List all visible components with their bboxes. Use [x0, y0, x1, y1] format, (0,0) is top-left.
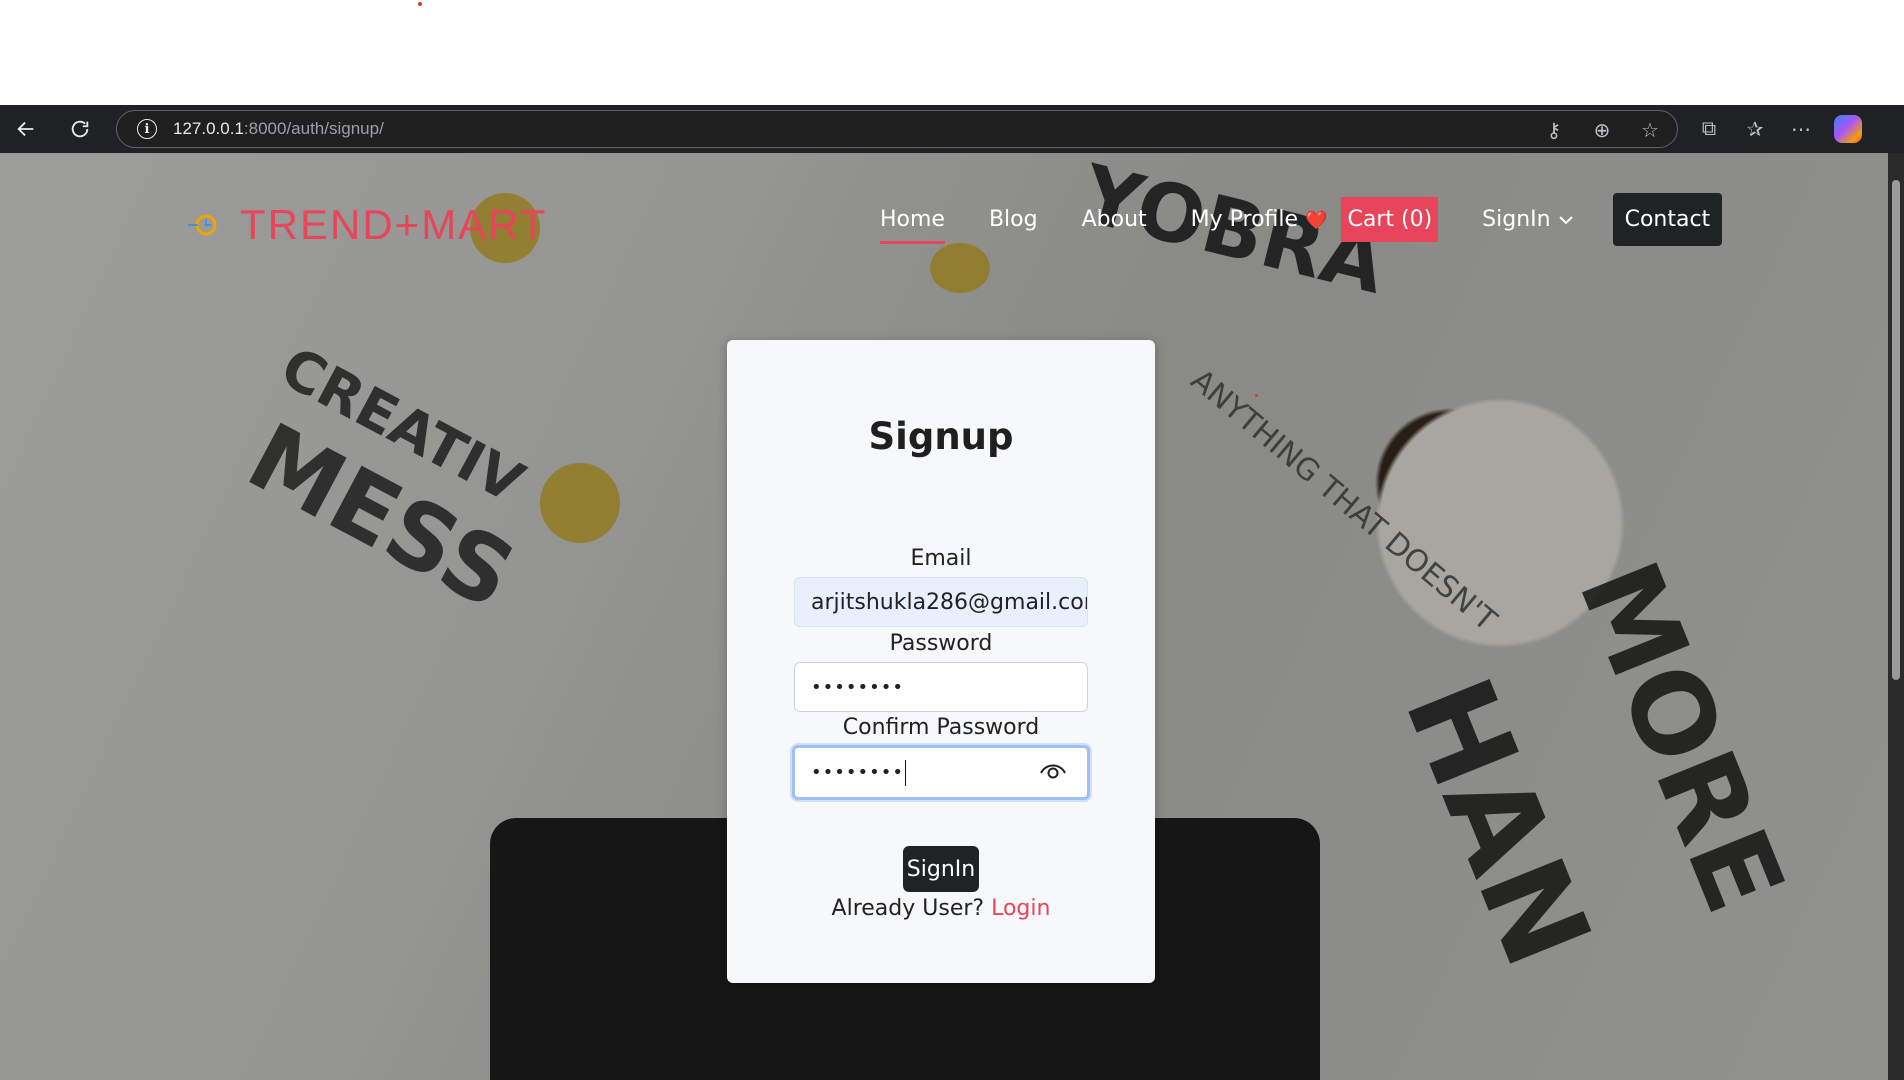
logo-icon [186, 208, 220, 242]
confirm-password-label: Confirm Password [842, 715, 1040, 740]
browser-toolbar: i 127.0.0.1:8000/auth/signup/ ⚷ ⊕ ☆ ⧉ ✰ … [0, 105, 1904, 153]
email-field[interactable]: arjitshukla286@gmail.com [794, 577, 1088, 627]
nav-signin-dropdown[interactable]: SignIn [1482, 207, 1573, 232]
password-label: Password [889, 631, 993, 656]
nav-my-profile-label: My Profile [1190, 207, 1299, 232]
password-field[interactable]: •••••••• [794, 662, 1088, 712]
email-value: arjitshukla286@gmail.com [811, 589, 1088, 615]
address-bar[interactable]: i 127.0.0.1:8000/auth/signup/ ⚷ ⊕ ☆ [116, 110, 1678, 148]
site-logo[interactable]: TREND+MART [186, 201, 547, 249]
nav-my-profile[interactable]: My Profile ❤️ [1191, 199, 1328, 240]
text-caret [904, 759, 907, 786]
login-link[interactable]: Login [991, 896, 1050, 921]
favorites-icon[interactable]: ✰ [1742, 117, 1768, 142]
site-info-icon[interactable]: i [137, 119, 157, 139]
star-icon[interactable]: ☆ [1637, 118, 1663, 143]
signin-submit-button[interactable]: SignIn [903, 846, 979, 892]
key-icon[interactable]: ⚷ [1541, 118, 1567, 143]
confirm-password-value: •••••••• [811, 762, 904, 783]
reload-icon[interactable] [62, 111, 98, 147]
more-icon[interactable]: ⋯ [1788, 117, 1814, 142]
red-dot [418, 2, 422, 6]
copilot-icon[interactable] [1834, 115, 1862, 143]
nav-blog[interactable]: Blog [989, 199, 1038, 240]
logo-text: TREND+MART [240, 201, 548, 248]
eye-icon[interactable] [1039, 760, 1067, 782]
top-blank-area [0, 0, 1904, 105]
extensions-icon[interactable]: ⧉ [1696, 118, 1722, 141]
confirm-password-field[interactable]: •••••••• [792, 745, 1090, 800]
site-nav: Home Blog About My Profile ❤️ Cart (0) S… [880, 193, 1723, 246]
scrollbar-thumb[interactable] [1892, 180, 1900, 680]
nav-signin-label: SignIn [1482, 207, 1551, 232]
already-user-label: Already User? [831, 896, 985, 921]
nav-about[interactable]: About [1082, 199, 1147, 240]
email-label: Email [910, 546, 972, 571]
already-user-text: Already User? Login [727, 896, 1155, 921]
back-icon[interactable] [8, 111, 44, 147]
red-dot [1255, 394, 1258, 397]
url-path: :8000/auth/signup/ [243, 119, 384, 138]
nav-cart[interactable]: Cart (0) [1341, 197, 1439, 242]
chevron-down-icon [1558, 215, 1573, 224]
signup-card: Signup Email arjitshukla286@gmail.com Pa… [727, 340, 1155, 983]
url-host: 127.0.0.1 [173, 119, 244, 138]
heart-icon: ❤️ [1305, 210, 1328, 231]
nav-contact-button[interactable]: Contact [1612, 193, 1723, 246]
zoom-icon[interactable]: ⊕ [1589, 118, 1615, 143]
password-value: •••••••• [811, 676, 904, 698]
nav-home[interactable]: Home [880, 199, 945, 244]
page-title: Signup [868, 415, 1014, 458]
page-viewport: MESS CREATIV YOBRA ANYTHING THAT DOESN'T… [0, 153, 1888, 1080]
